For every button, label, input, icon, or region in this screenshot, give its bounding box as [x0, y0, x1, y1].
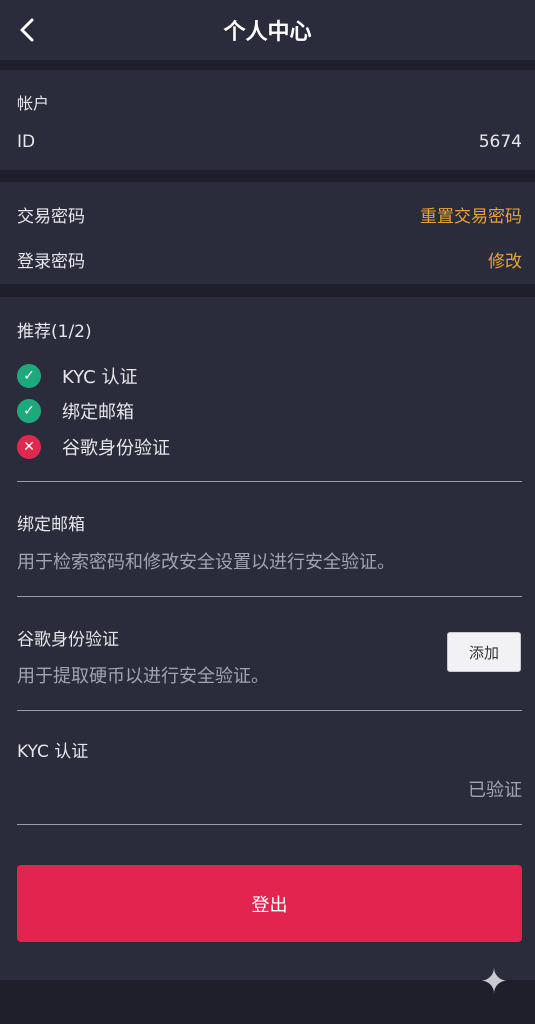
reset-trade-password-link[interactable]: 重置交易密码	[420, 202, 522, 227]
recommend-item-label: KYC 认证	[62, 367, 138, 388]
check-circle-icon: ✓	[17, 364, 41, 388]
header-bar: 个人中心	[0, 0, 535, 60]
recommend-item-kyc: ✓ KYC 认证	[17, 363, 137, 389]
email-block-title: 绑定邮箱	[17, 515, 85, 535]
google-block-desc: 用于提取硬币以进行安全验证。	[17, 666, 269, 687]
x-circle-icon: ✕	[17, 435, 41, 459]
divider	[17, 824, 522, 825]
trade-password-label: 交易密码	[17, 207, 85, 227]
account-section: 帐户 ID 5674	[0, 70, 535, 170]
kyc-status: 已验证	[468, 780, 522, 801]
chevron-left-icon	[20, 18, 34, 42]
add-google-auth-button[interactable]: 添加	[447, 632, 521, 672]
google-block-title: 谷歌身份验证	[17, 630, 119, 650]
kyc-block-title: KYC 认证	[17, 742, 89, 762]
check-circle-icon: ✓	[17, 399, 41, 423]
sparkle-icon: ✦	[479, 962, 509, 1002]
recommend-item-label: 谷歌身份验证	[62, 438, 170, 459]
recommend-item-label: 绑定邮箱	[62, 402, 134, 423]
login-password-label: 登录密码	[17, 252, 85, 272]
recommend-title: 推荐(1/2)	[17, 322, 92, 342]
account-section-label: 帐户	[17, 94, 50, 113]
security-section: 推荐(1/2) ✓ KYC 认证 ✓ 绑定邮箱 ✕ 谷歌身份验证 绑定邮箱 用于…	[0, 297, 535, 980]
logout-button[interactable]: 登出	[17, 865, 522, 942]
recommend-item-google: ✕ 谷歌身份验证	[17, 434, 170, 460]
email-block-desc: 用于检索密码和修改安全设置以进行安全验证。	[17, 552, 395, 573]
divider	[17, 481, 522, 482]
divider	[17, 596, 522, 597]
page-title: 个人中心	[223, 20, 312, 45]
back-button[interactable]	[10, 13, 44, 47]
id-label: ID	[17, 132, 36, 152]
divider	[17, 710, 522, 711]
recommend-item-email: ✓ 绑定邮箱	[17, 398, 134, 424]
password-section: 交易密码 重置交易密码 登录密码 修改	[0, 182, 535, 284]
change-login-password-link[interactable]: 修改	[488, 247, 522, 272]
id-value: 5674	[478, 132, 522, 152]
